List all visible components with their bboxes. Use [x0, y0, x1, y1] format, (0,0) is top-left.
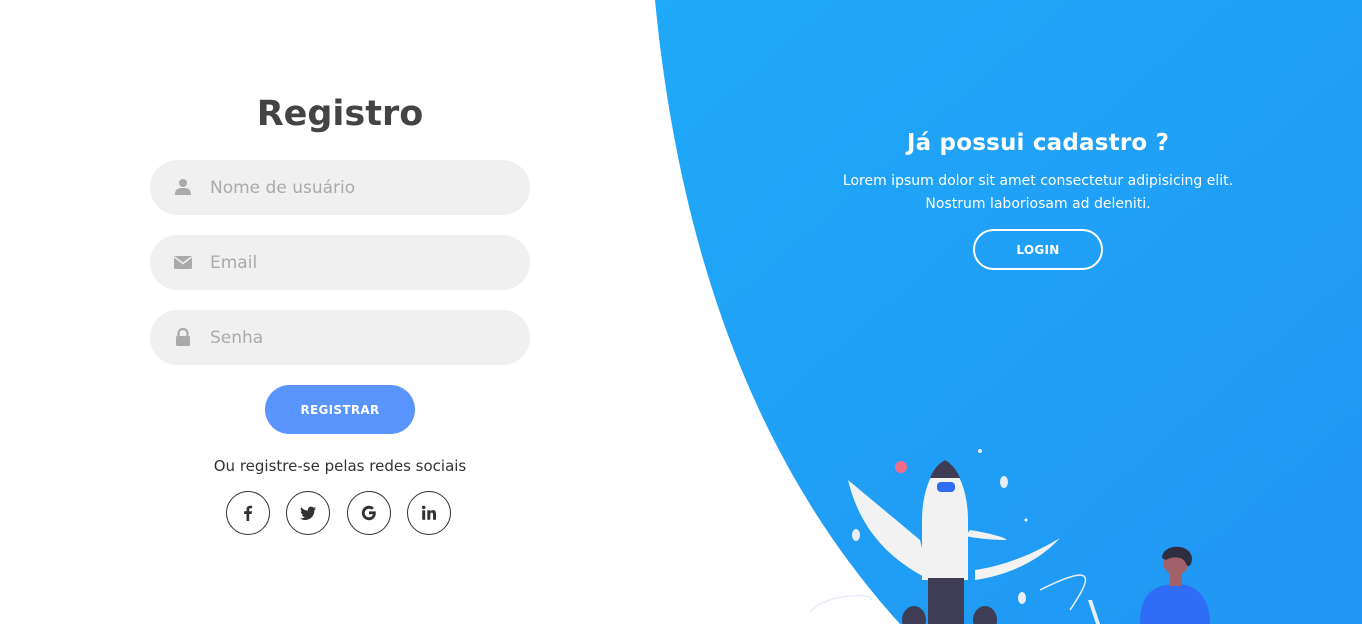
email-field [150, 235, 530, 290]
linkedin-button[interactable] [407, 491, 451, 535]
panel-description: Lorem ipsum dolor sit amet consectetur a… [778, 170, 1298, 216]
user-icon [175, 179, 191, 195]
google-button[interactable] [347, 491, 391, 535]
twitter-icon [300, 506, 316, 520]
register-page: Já possui cadastro ? Lorem ipsum dolor s… [0, 0, 1362, 624]
panel-heading: Já possui cadastro ? [906, 130, 1170, 156]
social-buttons [226, 491, 456, 537]
username-input[interactable] [210, 160, 510, 215]
google-icon [361, 505, 376, 521]
facebook-icon [244, 505, 253, 521]
login-button[interactable]: LOGIN [973, 229, 1103, 270]
email-input[interactable] [210, 235, 510, 290]
signin-prompt-panel: Já possui cadastro ? Lorem ipsum dolor s… [778, 130, 1298, 270]
password-field [150, 310, 530, 365]
password-input[interactable] [210, 310, 510, 365]
facebook-button[interactable] [226, 491, 270, 535]
panel-description-line2: Nostrum laboriosam ad deleniti. [925, 196, 1151, 212]
username-field [150, 160, 530, 215]
form-title: Registro [256, 94, 424, 134]
panel-description-line1: Lorem ipsum dolor sit amet consectetur a… [842, 173, 1234, 189]
register-button[interactable]: REGISTRAR [265, 385, 415, 434]
twitter-button[interactable] [286, 491, 330, 535]
envelope-icon [174, 256, 192, 269]
register-form: Registro REGISTRAR Ou registre-se pelas [150, 90, 530, 535]
social-register-text: Ou registre-se pelas redes sociais [213, 457, 467, 475]
linkedin-icon [421, 505, 436, 520]
lock-icon [176, 328, 190, 346]
rocket-illustration [809, 449, 1210, 624]
